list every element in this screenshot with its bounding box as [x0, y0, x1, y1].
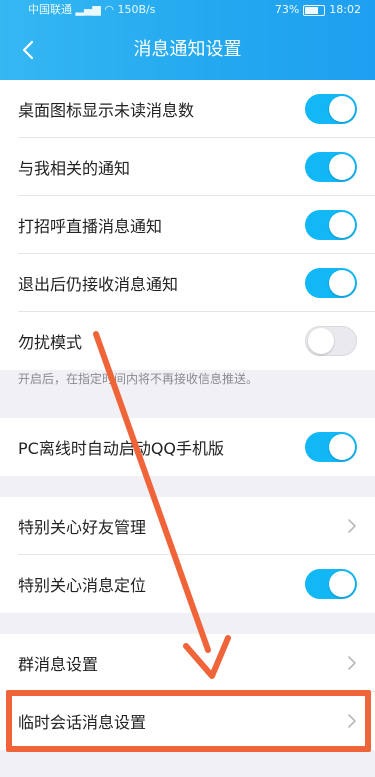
signal-icon: ▂▄▆ [75, 3, 105, 16]
related-notify-toggle[interactable] [305, 152, 357, 182]
top-bar: 中国联通 ▂▄▆ ◠ 150B/s 73% 18:02 消息通知设置 [0, 0, 375, 80]
setting-row-special-care-manage[interactable]: 特别关心好友管理 [0, 497, 375, 555]
receive-after-exit-toggle[interactable] [305, 268, 357, 298]
setting-label: 与我相关的通知 [18, 159, 131, 178]
header: 消息通知设置 [0, 20, 375, 80]
toggle-knob [329, 270, 355, 296]
setting-label: 特别关心消息定位 [18, 576, 147, 595]
setting-row-group-messages[interactable]: 群消息设置 [0, 634, 375, 692]
battery-percent: 73% [274, 3, 300, 16]
setting-label: 退出后仍接收消息通知 [18, 275, 179, 294]
battery-fill [305, 6, 319, 14]
battery-icon [303, 4, 326, 16]
pc-offline-toggle[interactable] [305, 432, 357, 462]
status-left: 中国联通 ▂▄▆ ◠ 150B/s [28, 0, 155, 20]
setting-row-unread-badge[interactable]: 桌面图标显示未读消息数 [0, 80, 375, 138]
setting-row-pc-offline[interactable]: PC离线时自动启动QQ手机版 [0, 418, 375, 476]
special-care-locate-toggle[interactable] [305, 569, 357, 599]
greeting-live-toggle[interactable] [305, 210, 357, 240]
setting-row-related-notify[interactable]: 与我相关的通知 [0, 138, 375, 196]
setting-row-greeting-live[interactable]: 打招呼直播消息通知 [0, 196, 375, 254]
toggle-knob [308, 328, 334, 354]
wifi-icon: ◠ [104, 3, 118, 16]
setting-label: 桌面图标显示未读消息数 [18, 101, 195, 120]
setting-label: 群消息设置 [18, 655, 99, 674]
setting-label: 特别关心好友管理 [18, 518, 147, 537]
highlight-box [6, 690, 371, 752]
setting-label: PC离线时自动启动QQ手机版 [18, 439, 225, 458]
page-title: 消息通知设置 [133, 39, 242, 60]
chevron-right-icon [348, 519, 356, 533]
toggle-knob [329, 571, 355, 597]
network-speed: 150B/s [117, 3, 156, 16]
toggle-knob [329, 212, 355, 238]
toggle-knob [329, 96, 355, 122]
toggle-knob [329, 154, 355, 180]
chevron-right-icon [348, 656, 356, 670]
toggle-knob [329, 434, 355, 460]
dnd-hint-text: 开启后，在指定时间内将不再接收信息推送。 [18, 372, 259, 386]
setting-label: 打招呼直播消息通知 [18, 217, 163, 236]
do-not-disturb-toggle[interactable] [305, 326, 357, 356]
setting-row-receive-after-exit[interactable]: 退出后仍接收消息通知 [0, 254, 375, 312]
clock: 18:02 [329, 3, 361, 16]
setting-row-do-not-disturb[interactable]: 勿扰模式 [0, 312, 375, 370]
setting-row-special-care-locate[interactable]: 特别关心消息定位 [0, 555, 375, 613]
carrier-text: 中国联通 [28, 3, 72, 16]
status-bar: 中国联通 ▂▄▆ ◠ 150B/s 73% 18:02 [0, 0, 375, 20]
setting-label: 勿扰模式 [18, 333, 83, 352]
unread-badge-toggle[interactable] [305, 94, 357, 124]
status-right: 73% 18:02 [275, 0, 361, 20]
